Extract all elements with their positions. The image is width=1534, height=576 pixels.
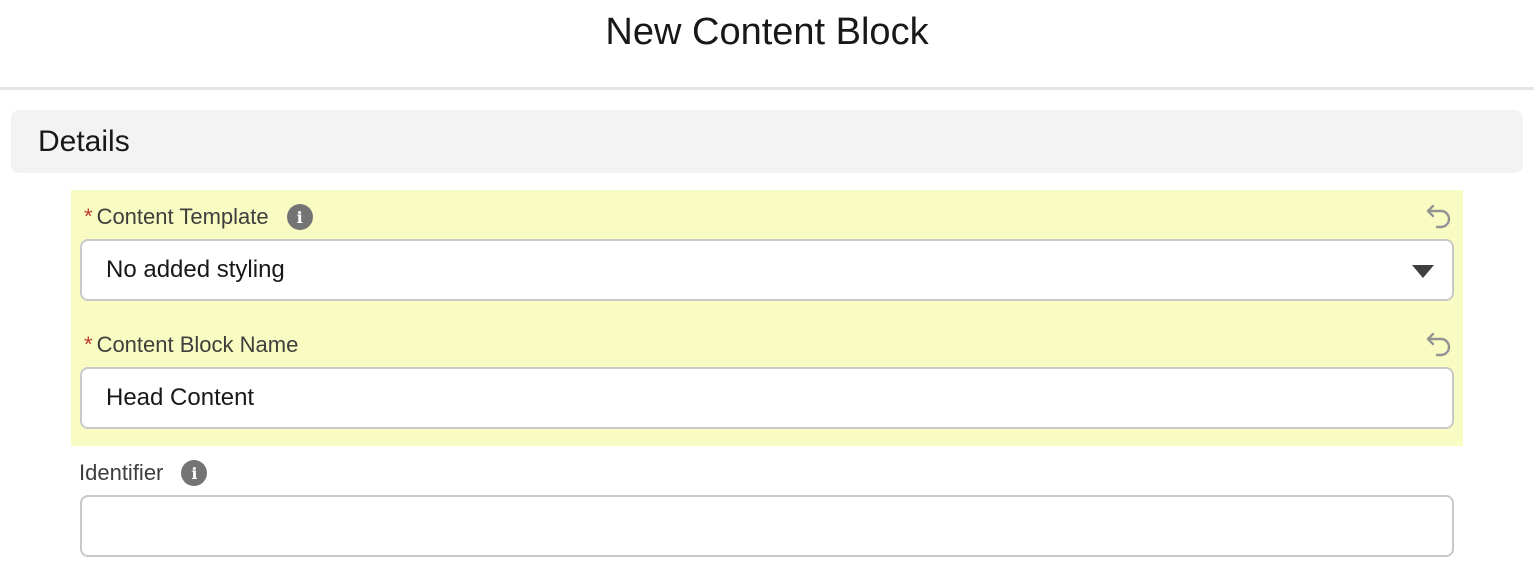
- required-marker: *: [84, 332, 93, 357]
- content-block-name-label: Content Block Name: [96, 332, 299, 357]
- undo-icon[interactable]: [1424, 199, 1454, 229]
- new-content-block-modal: New Content Block Details * Content Temp…: [0, 0, 1534, 576]
- chevron-down-icon: [1412, 265, 1434, 278]
- identifier-label: Identifier: [79, 460, 164, 485]
- required-marker: *: [84, 204, 93, 229]
- section-title: Details: [38, 124, 130, 158]
- modal-title: New Content Block: [605, 11, 929, 53]
- content-template-value: No added styling: [106, 256, 285, 283]
- identifier-label-row: Identifier i: [79, 458, 208, 488]
- content-template-label: Content Template: [96, 204, 269, 229]
- identifier-input[interactable]: [80, 495, 1454, 557]
- content-block-name-label-row: * Content Block Name: [84, 330, 298, 360]
- info-icon[interactable]: i: [181, 460, 208, 486]
- info-icon[interactable]: i: [286, 204, 313, 230]
- content-block-name-value: Head Content: [106, 384, 255, 411]
- content-template-label-row: * Content Template i: [84, 202, 313, 232]
- undo-icon[interactable]: [1424, 327, 1454, 357]
- content-template-select[interactable]: No added styling: [80, 239, 1454, 301]
- section-header-details[interactable]: Details: [11, 110, 1523, 173]
- content-block-name-input[interactable]: Head Content: [80, 367, 1454, 429]
- modal-header: New Content Block: [0, 0, 1534, 90]
